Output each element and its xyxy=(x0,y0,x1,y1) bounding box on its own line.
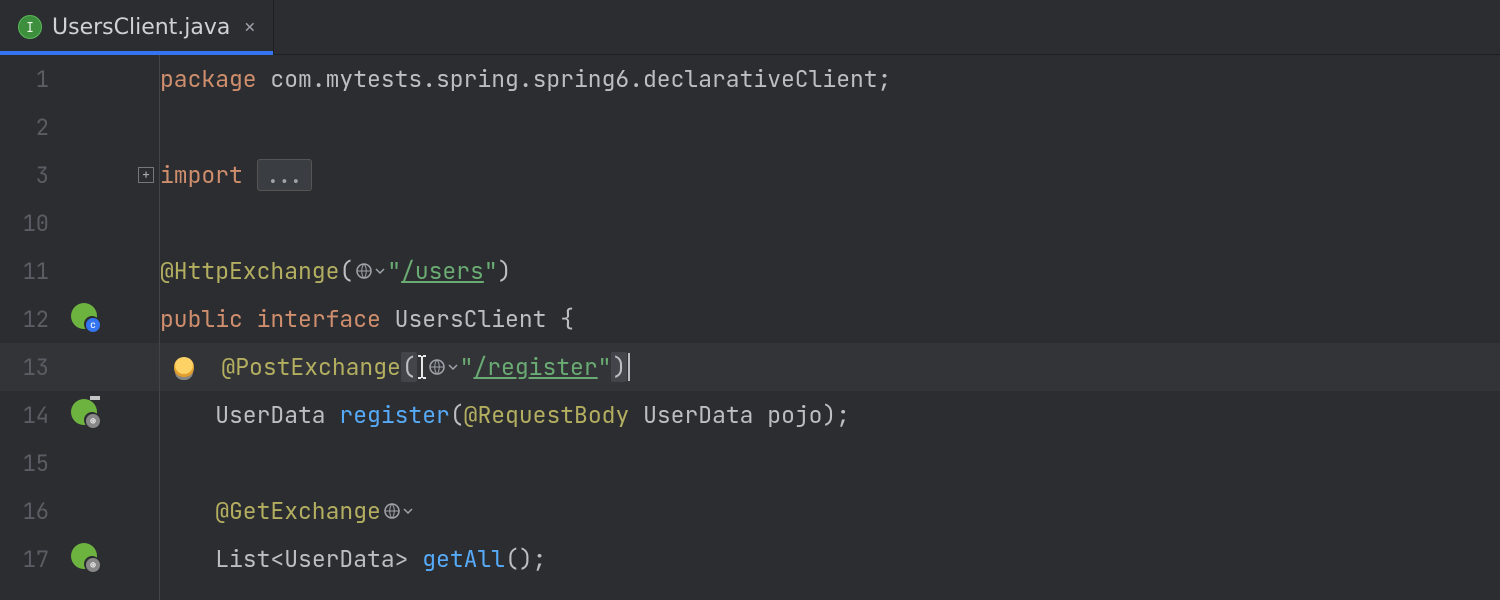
spring-bean-icon[interactable]: c xyxy=(71,303,97,336)
code-line[interactable]: public interface UsersClient { xyxy=(160,295,1500,343)
caret-marker xyxy=(90,396,100,400)
fold-expand-icon[interactable]: + xyxy=(138,167,154,183)
code-line-current[interactable]: @PostExchange("/register") xyxy=(160,343,1500,391)
folded-region[interactable]: ... xyxy=(257,159,312,191)
tab-label: UsersClient.java xyxy=(52,15,230,40)
gutter: 1 2 3 + 10 11 12 c 13 14 ⊕ 15 16 17 ⊕ xyxy=(0,55,160,600)
line-number: 14 xyxy=(19,401,49,430)
line-number: 17 xyxy=(19,545,49,574)
code-line[interactable] xyxy=(160,103,1500,151)
line-number: 13 xyxy=(19,353,49,382)
tab-bar: I UsersClient.java ✕ xyxy=(0,0,1500,55)
intention-bulb-icon[interactable] xyxy=(174,357,194,377)
line-number: 12 xyxy=(19,305,49,334)
spring-web-icon[interactable]: ⊕ xyxy=(71,543,97,576)
spring-web-icon[interactable]: ⊕ xyxy=(71,399,97,432)
line-number: 15 xyxy=(19,449,49,478)
interface-file-icon: I xyxy=(18,15,42,39)
code-line[interactable]: import ... xyxy=(160,151,1500,199)
code-line[interactable] xyxy=(160,199,1500,247)
url-navigate-icon[interactable] xyxy=(383,502,413,520)
line-number: 10 xyxy=(19,209,49,238)
text-cursor-icon xyxy=(415,353,429,381)
line-number: 16 xyxy=(19,497,49,526)
line-number: 1 xyxy=(19,65,49,94)
caret xyxy=(628,353,630,381)
close-tab-icon[interactable]: ✕ xyxy=(244,16,255,39)
line-number: 3 xyxy=(19,161,49,190)
url-navigate-icon[interactable] xyxy=(355,262,385,280)
url-navigate-icon[interactable] xyxy=(428,358,458,376)
code-line[interactable]: @GetExchange xyxy=(160,487,1500,535)
code-line[interactable]: @HttpExchange("/users") xyxy=(160,247,1500,295)
code-area[interactable]: package com.mytests.spring.spring6.decla… xyxy=(160,55,1500,600)
line-number: 11 xyxy=(19,257,49,286)
code-line[interactable]: package com.mytests.spring.spring6.decla… xyxy=(160,55,1500,103)
code-line[interactable]: UserData register(@RequestBody UserData … xyxy=(160,391,1500,439)
chevron-down-icon[interactable] xyxy=(448,362,458,372)
editor-tab-usersclient[interactable]: I UsersClient.java ✕ xyxy=(0,0,274,54)
chevron-down-icon[interactable] xyxy=(375,266,385,276)
code-editor: 1 2 3 + 10 11 12 c 13 14 ⊕ 15 16 17 ⊕ pa… xyxy=(0,55,1500,600)
chevron-down-icon[interactable] xyxy=(403,506,413,516)
line-number: 2 xyxy=(19,113,49,142)
code-line[interactable]: List<UserData> getAll(); xyxy=(160,535,1500,583)
code-line[interactable] xyxy=(160,439,1500,487)
